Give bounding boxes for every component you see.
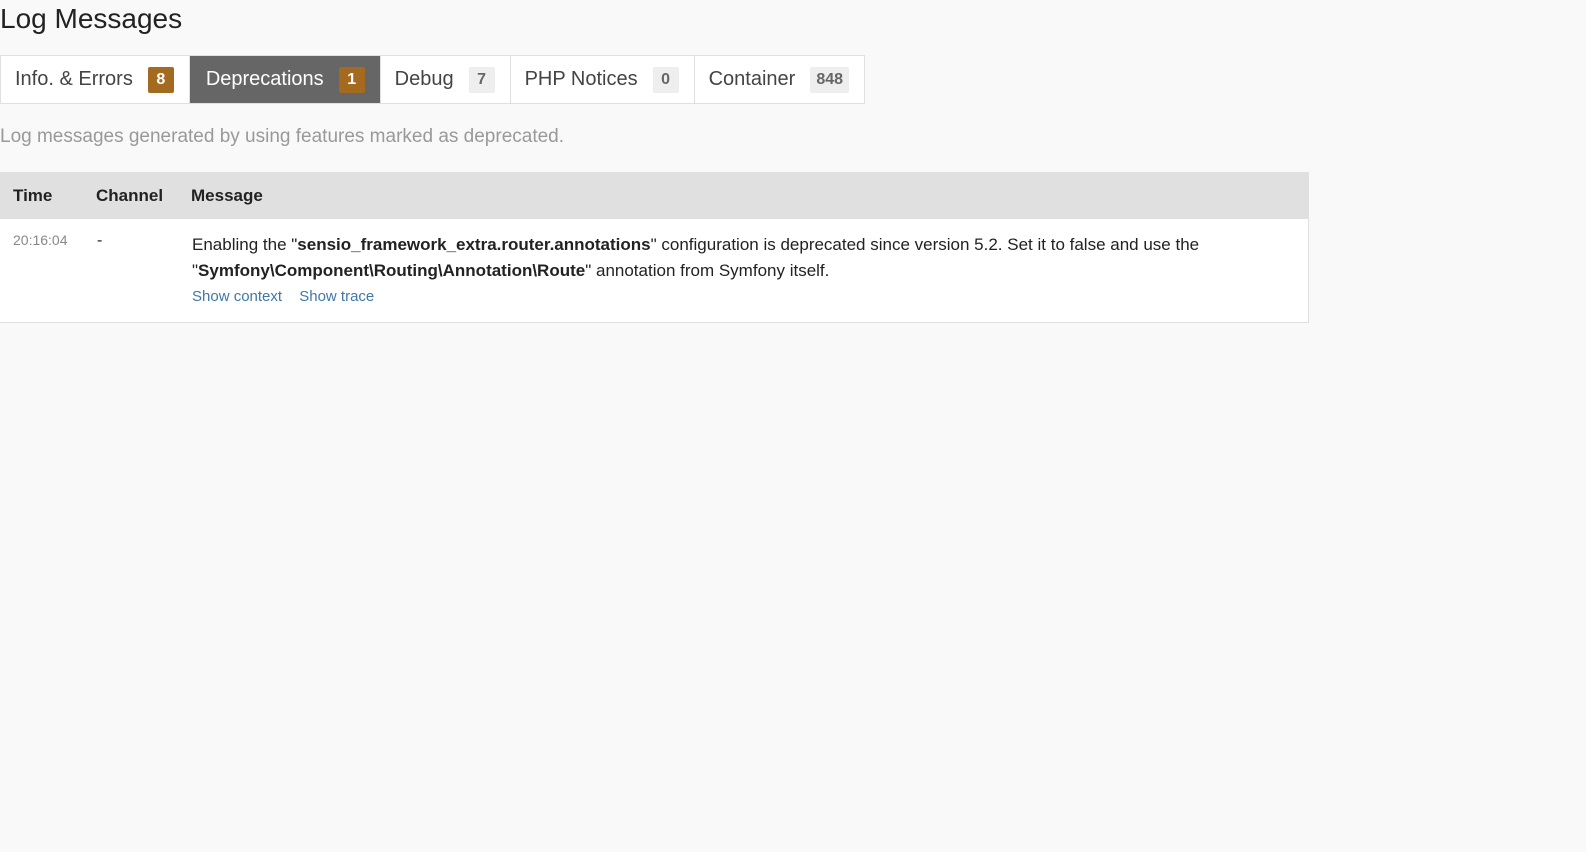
tab-navigation: Info. & Errors 8 Deprecations 1 Debug 7 … [0,55,866,104]
tab-count-badge: 8 [147,66,174,93]
tab-container[interactable]: Container 848 [694,56,865,103]
message-text-part: " annotation from Symfony itself. [585,261,830,280]
log-table: Time Channel Message 20:16:04 - Enabling… [0,172,1309,323]
tab-debug[interactable]: Debug 7 [380,56,511,103]
tab-count-badge: 7 [468,66,495,93]
header-message: Message [191,172,1309,219]
header-time: Time [0,172,96,219]
show-context-link[interactable]: Show context [192,288,282,305]
log-time: 20:16:04 [13,232,68,248]
tab-label: Deprecations [205,68,324,90]
header-channel: Channel [96,172,191,219]
tab-description: Log messages generated by using features… [0,126,565,147]
tab-count-badge: 0 [652,66,679,93]
page-title: Log Messages [0,3,183,34]
message-links: Show context Show trace [192,288,1307,305]
show-trace-link[interactable]: Show trace [299,288,374,305]
tab-count-badge: 848 [810,66,850,93]
tab-label: Debug [394,68,454,90]
tab-info-errors[interactable]: Info. & Errors 8 [1,56,190,103]
message-text-part: Enabling the " [192,235,298,254]
message-bold-part: sensio_framework_extra.router.annotation… [297,235,651,254]
log-message-cell: Enabling the "sensio_framework_extra.rou… [191,219,1309,323]
tab-label: Info. & Errors [15,68,133,90]
message-bold-part: Symfony\Component\Routing\Annotation\Rou… [198,261,586,280]
log-message: Enabling the "sensio_framework_extra.rou… [192,232,1307,284]
tab-php-notices[interactable]: PHP Notices 0 [510,56,695,103]
tab-label: PHP Notices [524,68,638,90]
table-row: 20:16:04 - Enabling the "sensio_framewor… [0,219,1309,323]
tab-deprecations[interactable]: Deprecations 1 [189,56,381,103]
tab-label: Container [708,68,796,90]
tab-count-badge: 1 [338,66,365,93]
log-messages-panel: Log Messages Info. & Errors 8 Deprecatio… [0,0,1586,852]
log-channel: - [97,232,103,249]
table-header-row: Time Channel Message [0,172,1309,219]
